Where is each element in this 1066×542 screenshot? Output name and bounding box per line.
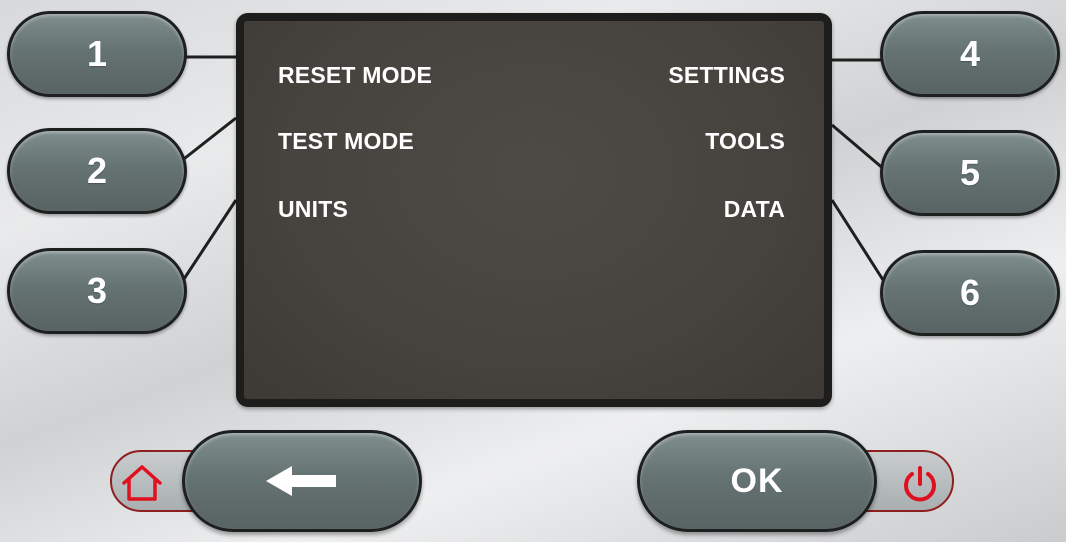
- lcd-screen: RESET MODE TEST MODE UNITS SETTINGS TOOL…: [244, 21, 824, 399]
- softkey-label: 6: [959, 272, 981, 313]
- left-arrow-icon: [266, 466, 336, 496]
- display-bezel: RESET MODE TEST MODE UNITS SETTINGS TOOL…: [236, 13, 832, 407]
- softkey-label: 1: [86, 33, 108, 74]
- menu-item-reset-mode[interactable]: RESET MODE: [278, 61, 432, 89]
- softkey-label: 2: [86, 150, 108, 191]
- softkey-4-button[interactable]: 4: [880, 11, 1060, 97]
- softkey-2-button[interactable]: 2: [7, 128, 187, 214]
- softkey-3-button[interactable]: 3: [7, 248, 187, 334]
- power-icon[interactable]: [898, 462, 942, 506]
- back-button[interactable]: [182, 430, 422, 532]
- menu-item-units[interactable]: UNITS: [278, 195, 348, 223]
- menu-item-settings[interactable]: SETTINGS: [668, 61, 785, 89]
- softkey-label: 4: [959, 33, 981, 74]
- softkey-6-button[interactable]: 6: [880, 250, 1060, 336]
- menu-item-test-mode[interactable]: TEST MODE: [278, 127, 414, 155]
- softkey-label: 5: [959, 152, 981, 193]
- menu-item-data[interactable]: DATA: [724, 195, 785, 223]
- softkey-1-button[interactable]: 1: [7, 11, 187, 97]
- softkey-label: 3: [86, 270, 108, 311]
- menu-item-tools[interactable]: TOOLS: [705, 127, 785, 155]
- ok-label: OK: [730, 461, 784, 500]
- ok-button[interactable]: OK: [637, 430, 877, 532]
- softkey-5-button[interactable]: 5: [880, 130, 1060, 216]
- home-icon[interactable]: [120, 463, 164, 503]
